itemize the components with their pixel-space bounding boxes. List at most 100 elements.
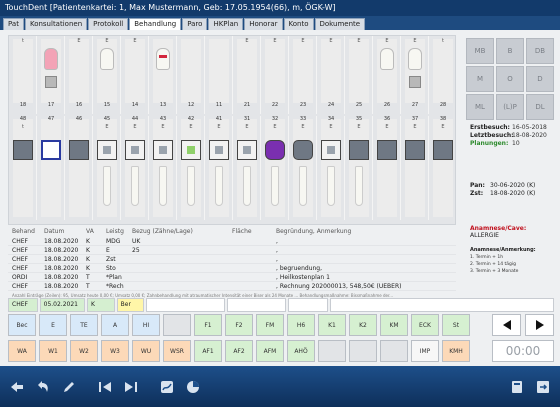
lower-tooth-44[interactable]: 44 E [121,116,149,220]
tab-protokoll[interactable]: Protokoll [88,18,129,30]
quick-button-empty[interactable] [349,340,377,362]
bezug-input[interactable] [146,298,226,312]
quick-button-st[interactable]: St [442,314,470,336]
quick-button-e[interactable]: E [39,314,67,336]
tab-pat[interactable]: Pat [3,18,24,30]
calculator-button[interactable] [508,378,526,396]
quick-button-w2[interactable]: W2 [70,340,98,362]
upper-tooth-12[interactable]: 12 [177,36,205,114]
upper-tooth-16[interactable]: E 16 [65,36,93,114]
col-flaeche[interactable]: Fläche [232,228,276,237]
quick-button-k2[interactable]: K2 [349,314,377,336]
quick-button-f2[interactable]: F2 [225,314,253,336]
tab-paro[interactable]: Paro [182,18,208,30]
quick-button-h6[interactable]: H6 [287,314,315,336]
upper-tooth-28[interactable]: t 28 [429,36,457,114]
exit-button[interactable] [534,378,552,396]
lower-tooth-35[interactable]: 35 E [345,116,373,220]
quick-button-te[interactable]: TE [70,314,98,336]
signature-button[interactable] [158,378,176,396]
quick-button-af1[interactable]: AF1 [194,340,222,362]
lower-tooth-45[interactable]: 45 E [93,116,121,220]
surface-button-o[interactable]: O [496,66,524,92]
col-va[interactable]: VA [86,228,106,237]
anamnese-panel[interactable]: Anamnese/Cave: ALLERGIE Anamnese/Anmerku… [470,225,558,275]
undo-button[interactable] [34,378,52,396]
upper-tooth-15[interactable]: E 15 [93,36,121,114]
upper-tooth-25[interactable]: E 25 [345,36,373,114]
lower-tooth-31[interactable]: 31 E [233,116,261,220]
col-datum[interactable]: Datum [44,228,86,237]
lower-tooth-41[interactable]: 41 E [205,116,233,220]
table-row[interactable]: CHEF 18.08.2020 K Sto , begruendung, [8,264,456,273]
quick-button-empty[interactable] [163,314,191,336]
upper-tooth-18[interactable]: t 18 [9,36,37,114]
lower-tooth-42[interactable]: 42 E [177,116,205,220]
surface-button-db[interactable]: DB [526,38,554,64]
lower-tooth-34[interactable]: 34 E [317,116,345,220]
quick-button-w1[interactable]: W1 [39,340,67,362]
lower-tooth-37[interactable]: 37 E [401,116,429,220]
table-row[interactable]: CHEF 18.08.2020 K Zst, [8,255,456,264]
tab-dokumente[interactable]: Dokumente [314,18,366,30]
lower-tooth-48[interactable]: 48 t [9,116,37,220]
col-begruendung[interactable]: Begründung, Anmerkung [276,228,456,237]
surface-button-b[interactable]: B [496,38,524,64]
flaeche-input[interactable] [227,298,287,312]
tab-hkplan[interactable]: HKPlan [208,18,244,30]
back-button[interactable] [8,378,26,396]
leistg-input[interactable]: Ber [116,298,145,312]
upper-tooth-24[interactable]: E 24 [317,36,345,114]
quick-button-wsr[interactable]: WSR [163,340,191,362]
statistics-button[interactable] [184,378,202,396]
quick-button-kmh[interactable]: KMH [442,340,470,362]
surface-button-ml[interactable]: ML [466,94,494,120]
table-row[interactable]: CHEF 18.08.2020 K MDG UK, [8,237,456,246]
tab-behandlung[interactable]: Behandlung [129,18,182,30]
surface-button-lp[interactable]: (L)P [496,94,524,120]
upper-tooth-14[interactable]: E 14 [121,36,149,114]
lower-tooth-38[interactable]: 38 E [429,116,457,220]
surface-button-mb[interactable]: MB [466,38,494,64]
edit-button[interactable] [60,378,78,396]
quick-button-bec[interactable]: Bec [8,314,36,336]
quick-button-k1[interactable]: K1 [318,314,346,336]
quick-button-a[interactable]: A [101,314,129,336]
quick-button-hi[interactable]: HI [132,314,160,336]
upper-tooth-11[interactable]: 11 [205,36,233,114]
upper-tooth-17[interactable]: 17 [37,36,65,114]
quick-button-af2[interactable]: AF2 [225,340,253,362]
last-page-button[interactable] [122,378,140,396]
datum-input[interactable]: 05.02.2021 [39,298,85,312]
table-row[interactable]: ORDI 18.08.2020 T *Plan , Heilkostenplan 1 [8,273,456,282]
upper-tooth-27[interactable]: E 27 [401,36,429,114]
lower-tooth-47[interactable]: 47 [37,116,65,220]
tab-honorar[interactable]: Honorar [244,18,283,30]
surface-button-dl[interactable]: DL [526,94,554,120]
lower-tooth-32[interactable]: 32 E [261,116,289,220]
previous-button[interactable] [492,314,521,336]
quick-button-ahö[interactable]: AHÖ [287,340,315,362]
upper-tooth-13[interactable]: 13 [149,36,177,114]
lower-tooth-33[interactable]: 33 E [289,116,317,220]
surface-button-d[interactable]: D [526,66,554,92]
begruendung-input[interactable] [329,298,554,312]
quick-button-km[interactable]: KM [380,314,408,336]
quick-button-f1[interactable]: F1 [194,314,222,336]
quick-button-imp[interactable]: IMP [411,340,439,362]
upper-tooth-21[interactable]: E 21 [233,36,261,114]
quick-button-w3[interactable]: W3 [101,340,129,362]
lower-tooth-46[interactable]: 46 [65,116,93,220]
col-behand[interactable]: Behand [8,228,44,237]
behand-input[interactable]: CHEF [8,298,38,312]
quick-button-empty[interactable] [318,340,346,362]
va-input[interactable]: K [86,298,115,312]
tab-konto[interactable]: Konto [283,18,314,30]
upper-tooth-26[interactable]: E 26 [373,36,401,114]
surface-button-m[interactable]: M [466,66,494,92]
col-leistg[interactable]: Leistg [106,228,132,237]
extra-input[interactable] [288,298,328,312]
lower-tooth-43[interactable]: 43 E [149,116,177,220]
next-button[interactable] [525,314,554,336]
tab-konsultationen[interactable]: Konsultationen [24,18,88,30]
